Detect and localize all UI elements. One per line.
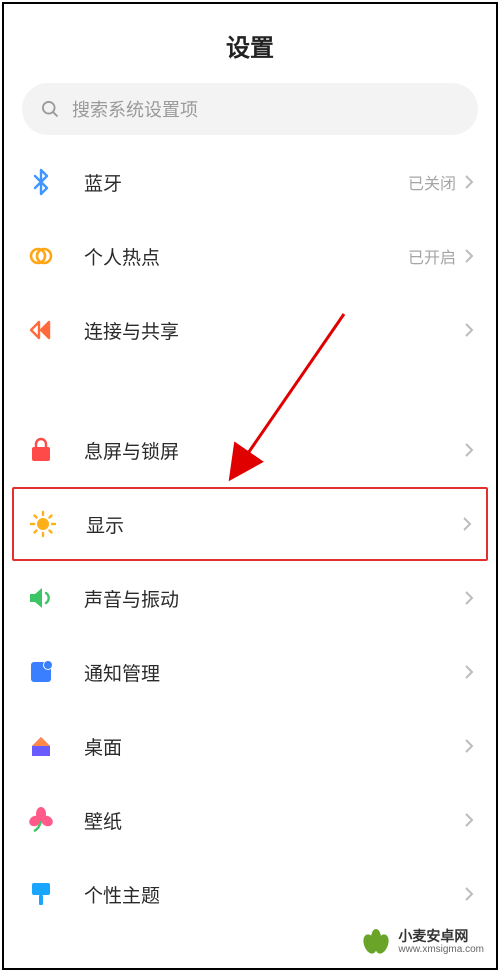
- brightness-icon: [28, 509, 58, 539]
- row-hotspot[interactable]: 个人热点 已开启: [12, 219, 488, 293]
- watermark: 小麦安卓网 www.xmsigma.com: [360, 926, 484, 958]
- row-label: 个性主题: [84, 881, 464, 908]
- row-label: 桌面: [84, 733, 464, 760]
- row-connection-share[interactable]: 连接与共享: [12, 293, 488, 367]
- chevron-right-icon: [464, 590, 474, 606]
- lock-icon: [26, 435, 56, 465]
- chevron-right-icon: [464, 174, 474, 190]
- row-wallpaper[interactable]: 壁纸: [12, 783, 488, 857]
- search-icon: [40, 99, 60, 119]
- row-label: 蓝牙: [84, 169, 408, 196]
- chevron-right-icon: [464, 442, 474, 458]
- section-gap: [12, 367, 488, 413]
- watermark-logo: [360, 926, 392, 958]
- row-sound[interactable]: 声音与振动: [12, 561, 488, 635]
- row-label: 连接与共享: [84, 317, 464, 344]
- home-icon: [26, 731, 56, 761]
- row-notifications[interactable]: 通知管理: [12, 635, 488, 709]
- notification-icon: [26, 657, 56, 687]
- row-lockscreen[interactable]: 息屏与锁屏: [12, 413, 488, 487]
- flower-icon: [26, 805, 56, 835]
- bluetooth-icon: [26, 167, 56, 197]
- hotspot-icon: [26, 241, 56, 271]
- row-theme[interactable]: 个性主题: [12, 857, 488, 931]
- chevron-right-icon: [464, 738, 474, 754]
- brush-icon: [26, 879, 56, 909]
- chevron-right-icon: [462, 516, 472, 532]
- row-status: 已关闭: [408, 170, 456, 194]
- chevron-right-icon: [464, 886, 474, 902]
- speaker-icon: [26, 583, 56, 613]
- row-label: 壁纸: [84, 807, 464, 834]
- row-display[interactable]: 显示: [12, 487, 488, 561]
- share-icon: [26, 315, 56, 345]
- row-bluetooth[interactable]: 蓝牙 已关闭: [12, 145, 488, 219]
- chevron-right-icon: [464, 322, 474, 338]
- row-label: 声音与振动: [84, 585, 464, 612]
- row-label: 个人热点: [84, 243, 408, 270]
- row-home[interactable]: 桌面: [12, 709, 488, 783]
- settings-list: 蓝牙 已关闭 个人热点 已开启 连接与共享: [4, 145, 496, 931]
- row-status: 已开启: [408, 244, 456, 268]
- chevron-right-icon: [464, 664, 474, 680]
- search-input[interactable]: 搜索系统设置项: [22, 83, 478, 135]
- row-label: 通知管理: [84, 659, 464, 686]
- row-label: 息屏与锁屏: [84, 437, 464, 464]
- page-title: 设置: [4, 28, 496, 63]
- watermark-url: www.xmsigma.com: [398, 944, 484, 955]
- page-header: 设置: [4, 4, 496, 83]
- chevron-right-icon: [464, 248, 474, 264]
- search-placeholder: 搜索系统设置项: [72, 96, 198, 122]
- chevron-right-icon: [464, 812, 474, 828]
- row-label: 显示: [86, 511, 462, 538]
- watermark-title: 小麦安卓网: [398, 929, 484, 944]
